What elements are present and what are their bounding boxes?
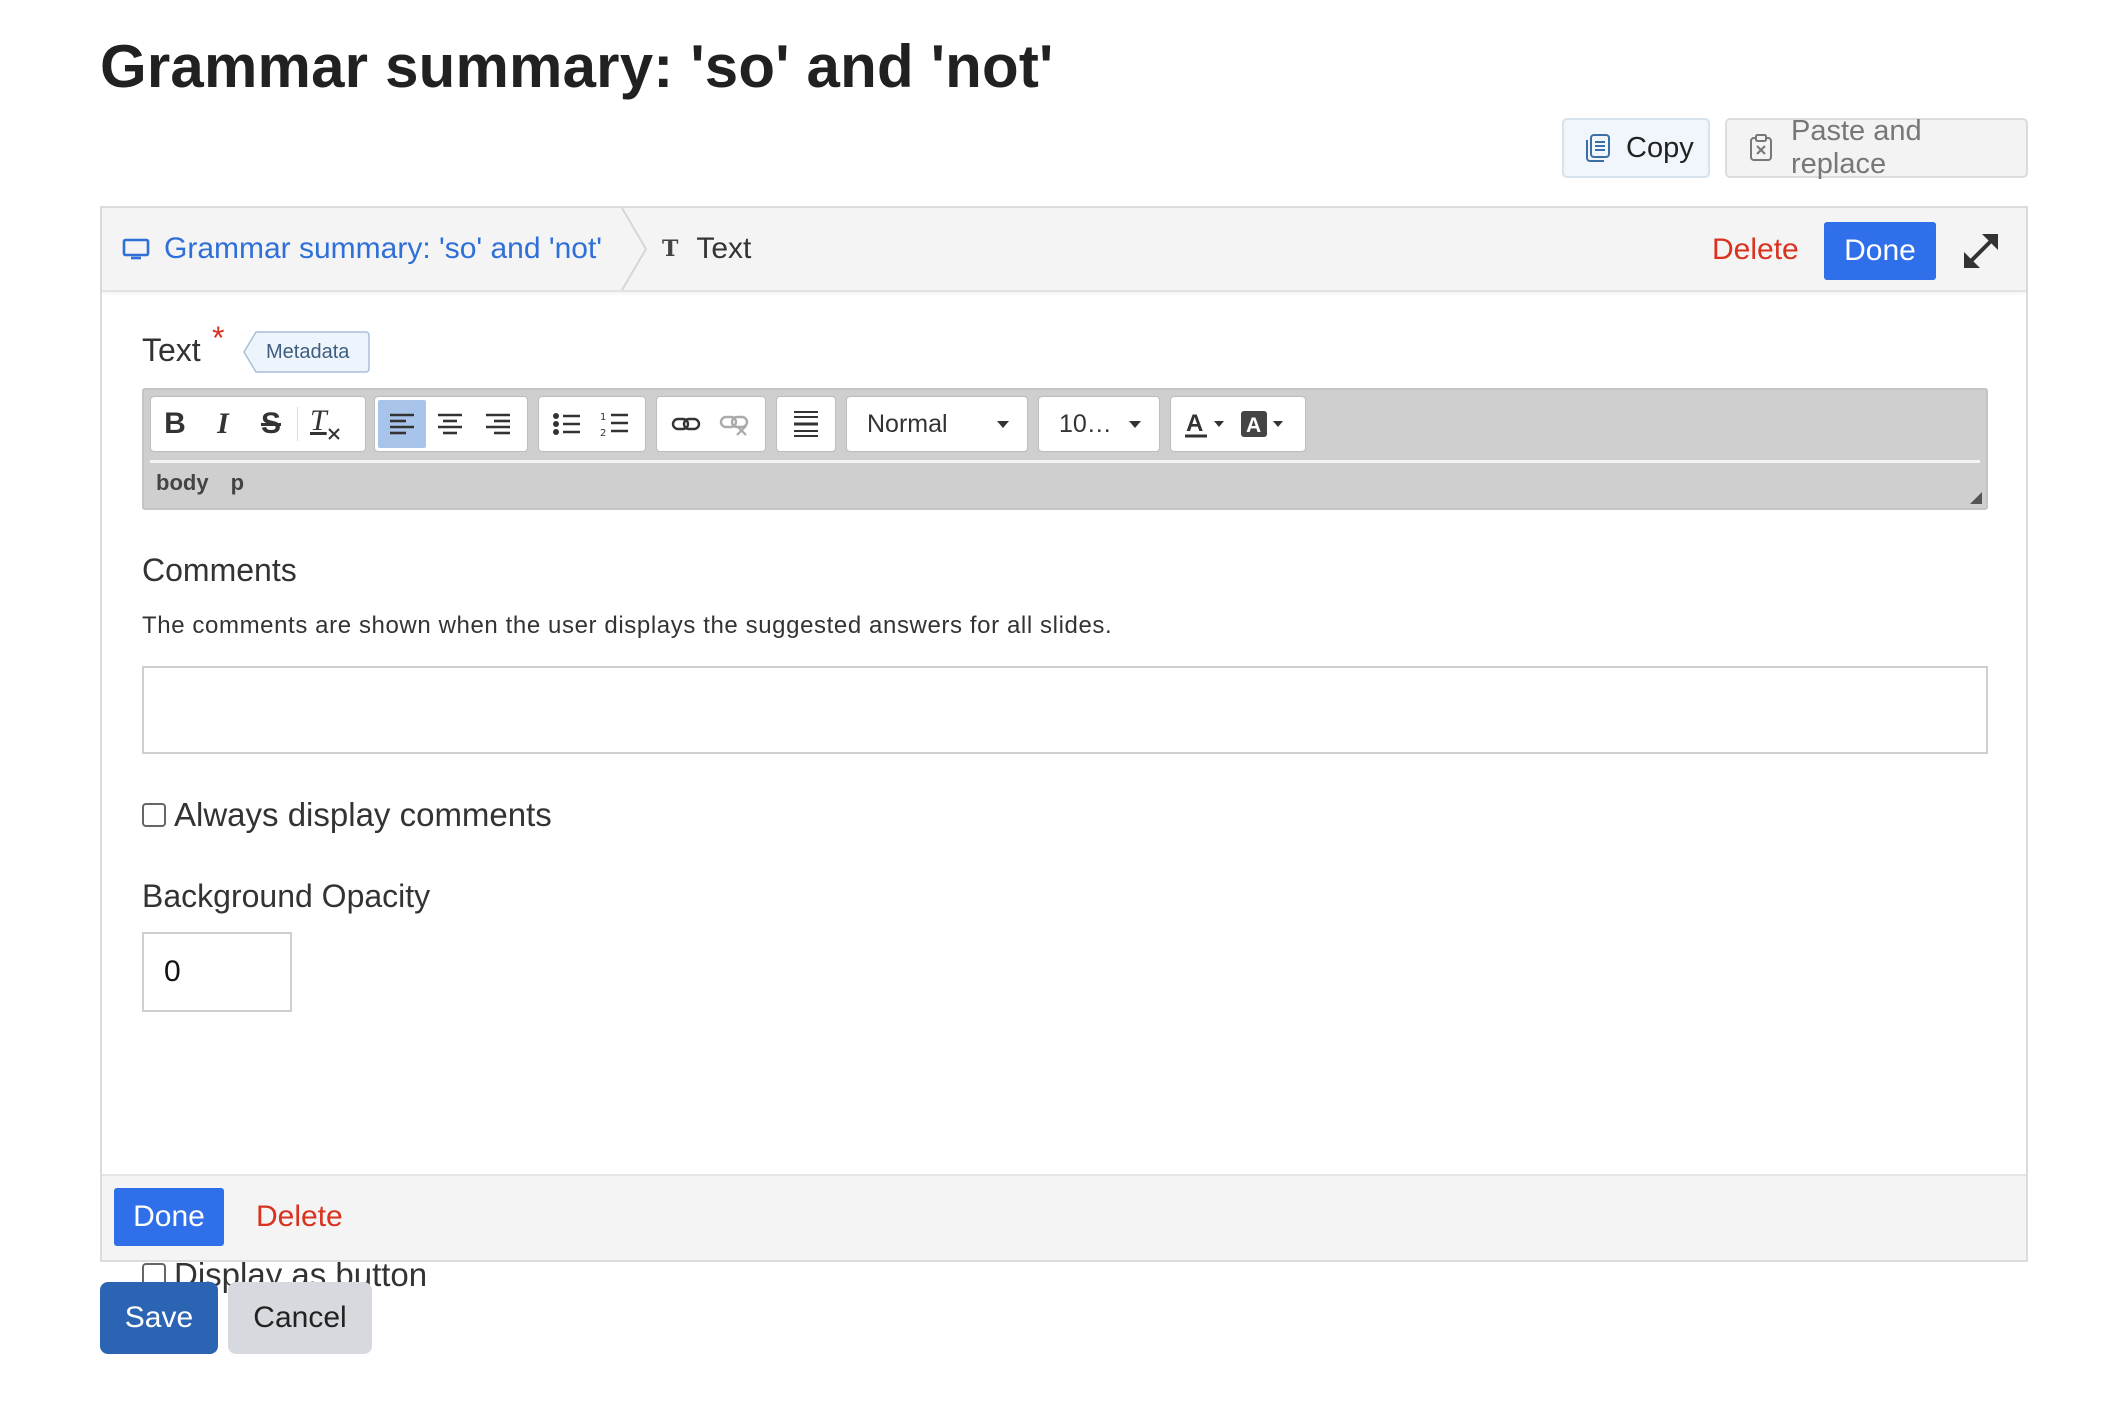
chevron-down-icon xyxy=(1129,420,1141,428)
toolbar-colors: A A xyxy=(1170,396,1306,452)
align-right-button[interactable] xyxy=(474,400,522,448)
text-color-button[interactable]: A xyxy=(1183,409,1224,439)
background-opacity-label: Background Opacity xyxy=(142,878,431,914)
svg-text:1: 1 xyxy=(600,412,606,423)
breadcrumb-home[interactable]: Grammar summary: 'so' and 'not' xyxy=(122,208,602,290)
expand-icon[interactable] xyxy=(1960,230,2002,272)
toolbar-lists: 1 2 xyxy=(538,396,646,452)
strikethrough-icon: S xyxy=(260,407,281,440)
breadcrumb-separator xyxy=(621,208,648,290)
bold-icon: B xyxy=(164,407,186,440)
background-color-icon: A xyxy=(1241,411,1267,437)
metadata-button[interactable]: Metadata xyxy=(242,330,370,374)
metadata-label: Metadata xyxy=(266,341,350,363)
chevron-down-icon xyxy=(997,420,1009,428)
paste-label: Paste and replace xyxy=(1791,115,1922,180)
editor-content-area[interactable] xyxy=(150,460,1980,463)
remove-format-button[interactable]: T xyxy=(300,400,348,448)
element-editor-panel: Grammar summary: 'so' and 'not' T Text D… xyxy=(100,206,2028,1293)
paste-replace-button[interactable]: Paste and replace xyxy=(1725,115,2028,180)
bulleted-list-button[interactable] xyxy=(543,400,591,448)
page-title: Grammar summary: 'so' and 'not' xyxy=(100,33,1054,100)
editor-header: Grammar summary: 'so' and 'not' T Text D… xyxy=(102,208,2026,292)
required-marker: * xyxy=(212,320,225,356)
link-icon xyxy=(671,417,701,431)
background-opacity-field[interactable] xyxy=(142,932,292,1012)
editor-footer: Done Delete xyxy=(102,1174,2026,1260)
align-left-icon xyxy=(390,413,414,435)
svg-text:A: A xyxy=(1186,410,1203,437)
text-color-icon: A xyxy=(1185,410,1207,438)
copy-label: Copy xyxy=(1626,131,1694,164)
paste-icon xyxy=(1750,134,1772,161)
breadcrumb-current: T Text xyxy=(662,208,751,290)
text-field-label: Text xyxy=(142,332,201,368)
copy-button[interactable]: Copy xyxy=(1562,118,1710,178)
comments-label: Comments xyxy=(142,552,297,588)
format-select[interactable]: Normal xyxy=(846,396,1028,452)
toolbar-alignment xyxy=(374,396,528,452)
always-display-comments-option[interactable]: Always display comments xyxy=(142,796,552,834)
comments-field[interactable] xyxy=(142,666,1988,754)
cancel-button[interactable]: Cancel xyxy=(228,1282,372,1354)
comments-description: The comments are shown when the user dis… xyxy=(142,612,1113,639)
copy-icon xyxy=(1586,134,1610,162)
always-display-checkbox[interactable] xyxy=(142,803,166,827)
element-path: body p xyxy=(156,470,244,496)
footer-done-button[interactable]: Done xyxy=(114,1188,224,1246)
align-center-icon xyxy=(438,413,462,435)
numbered-list-button[interactable]: 1 2 xyxy=(591,400,639,448)
svg-text:2: 2 xyxy=(600,428,606,438)
align-right-icon xyxy=(486,413,510,435)
numbered-list-icon: 1 2 xyxy=(600,412,628,438)
toolbar-block xyxy=(776,396,836,452)
footer-delete-button[interactable]: Delete xyxy=(244,1188,355,1246)
bold-button[interactable]: B xyxy=(151,400,199,448)
page: Grammar summary: 'so' and 'not' Copy Pas… xyxy=(0,0,2112,1412)
horizontal-rule-icon xyxy=(794,411,818,437)
path-item-body[interactable]: body xyxy=(156,470,209,496)
italic-button[interactable]: I xyxy=(199,400,247,448)
header-done-button[interactable]: Done xyxy=(1824,222,1936,280)
resize-handle-icon[interactable] xyxy=(1970,492,1982,504)
italic-icon: I xyxy=(217,407,229,440)
breadcrumb-home-label: Grammar summary: 'so' and 'not' xyxy=(164,232,603,265)
header-delete-button[interactable]: Delete xyxy=(1702,226,1809,274)
font-size-select[interactable]: 10… xyxy=(1038,396,1160,452)
format-select-value: Normal xyxy=(867,409,948,438)
rich-text-editor: B I S T 1 2 Normal 10… A A body p xyxy=(142,388,1988,510)
align-center-button[interactable] xyxy=(426,400,474,448)
remove-format-glyph: T xyxy=(310,404,327,437)
chevron-down-icon xyxy=(1273,421,1283,427)
bulleted-list-icon xyxy=(553,413,580,435)
toolbar-divider xyxy=(297,407,298,441)
align-left-button[interactable] xyxy=(378,400,426,448)
strikethrough-button[interactable]: S xyxy=(247,400,295,448)
always-display-label: Always display comments xyxy=(174,796,552,833)
monitor-icon xyxy=(122,238,150,260)
background-color-button[interactable]: A xyxy=(1240,410,1283,438)
toolbar-basic-styles: B I S T xyxy=(150,396,366,452)
svg-text:A: A xyxy=(1246,414,1261,437)
unlink-icon xyxy=(719,415,749,436)
horizontal-rule-button[interactable] xyxy=(782,400,830,448)
breadcrumb-current-label: Text xyxy=(696,232,752,265)
path-item-p[interactable]: p xyxy=(231,470,244,496)
unlink-button[interactable] xyxy=(710,400,758,448)
font-size-select-value: 10… xyxy=(1059,409,1112,438)
remove-format-icon: T xyxy=(308,404,340,440)
link-button[interactable] xyxy=(662,400,710,448)
chevron-down-icon xyxy=(1214,421,1224,427)
save-button[interactable]: Save xyxy=(100,1282,218,1354)
text-type-icon: T xyxy=(662,236,679,262)
x-mark-icon xyxy=(328,428,340,440)
toolbar-links xyxy=(656,396,766,452)
